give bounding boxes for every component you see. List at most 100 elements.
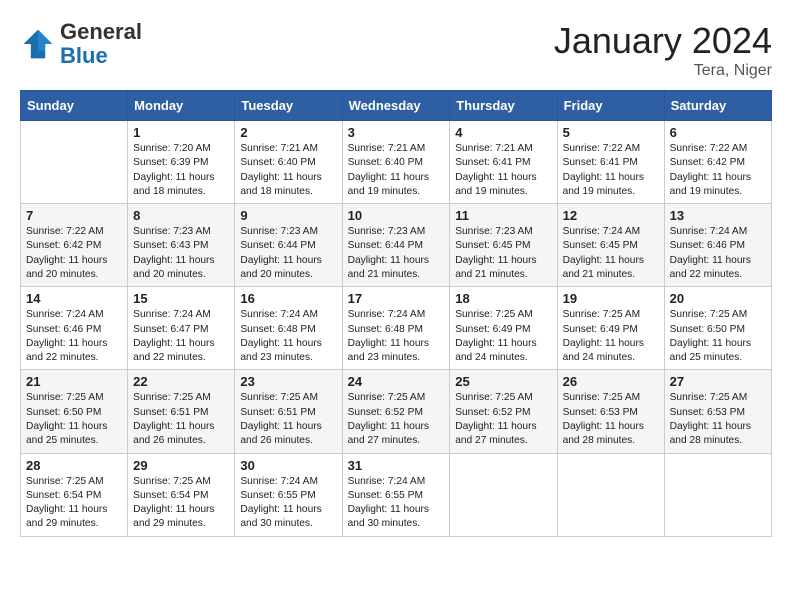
calendar-cell: 5Sunrise: 7:22 AM Sunset: 6:41 PM Daylig…	[557, 121, 664, 204]
day-number: 16	[240, 291, 336, 306]
day-number: 23	[240, 374, 336, 389]
day-number: 14	[26, 291, 122, 306]
day-number: 15	[133, 291, 229, 306]
day-info: Sunrise: 7:24 AM Sunset: 6:48 PM Dayligh…	[240, 308, 336, 365]
calendar-cell	[664, 453, 771, 536]
calendar-cell: 27 Sunrise: 7:25 AM Sunset: 6:53 PM Dayli…	[664, 370, 771, 453]
calendar-cell	[21, 121, 128, 204]
day-number: 10	[348, 208, 445, 223]
page-header: General Blue January 2024 Tera, Niger	[20, 20, 772, 80]
day-info: Sunrise: 7:24 AM Sunset: 6:55 PM Dayligh…	[240, 475, 336, 532]
day-number: 30	[240, 458, 336, 473]
calendar-cell: 24Sunrise: 7:25 AM Sunset: 6:52 PM Dayli…	[342, 370, 450, 453]
calendar-cell: 29 Sunrise: 7:25 AM Sunset: 6:54 PM Dayli…	[128, 453, 235, 536]
weekday-header-tuesday: Tuesday	[235, 91, 342, 121]
calendar-week-2: 7Sunrise: 7:22 AM Sunset: 6:42 PM Daylig…	[21, 204, 772, 287]
calendar-cell: 22 Sunrise: 7:25 AM Sunset: 6:51 PM Dayli…	[128, 370, 235, 453]
day-info: Sunrise: 7:25 AM Sunset: 6:49 PM Dayligh…	[563, 308, 659, 365]
day-info: Sunrise: 7:24 AM Sunset: 6:46 PM Dayligh…	[670, 225, 766, 282]
day-info: Sunrise: 7:24 AM Sunset: 6:55 PM Dayligh…	[348, 475, 445, 532]
calendar-week-3: 14 Sunrise: 7:24 AM Sunset: 6:46 PM Dayli…	[21, 287, 772, 370]
calendar-cell: 15 Sunrise: 7:24 AM Sunset: 6:47 PM Dayli…	[128, 287, 235, 370]
day-info: Sunrise: 7:25 AM Sunset: 6:54 PM Dayligh…	[26, 475, 122, 532]
calendar-week-5: 28 Sunrise: 7:25 AM Sunset: 6:54 PM Dayli…	[21, 453, 772, 536]
calendar-cell: 13Sunrise: 7:24 AM Sunset: 6:46 PM Dayli…	[664, 204, 771, 287]
day-number: 27	[670, 374, 766, 389]
day-info: Sunrise: 7:25 AM Sunset: 6:51 PM Dayligh…	[240, 391, 336, 448]
calendar-week-4: 21 Sunrise: 7:25 AM Sunset: 6:50 PM Dayli…	[21, 370, 772, 453]
calendar-cell: 3Sunrise: 7:21 AM Sunset: 6:40 PM Daylig…	[342, 121, 450, 204]
calendar-cell: 26 Sunrise: 7:25 AM Sunset: 6:53 PM Dayli…	[557, 370, 664, 453]
calendar-cell: 12 Sunrise: 7:24 AM Sunset: 6:45 PM Dayli…	[557, 204, 664, 287]
day-info: Sunrise: 7:25 AM Sunset: 6:50 PM Dayligh…	[26, 391, 122, 448]
day-info: Sunrise: 7:24 AM Sunset: 6:46 PM Dayligh…	[26, 308, 122, 365]
day-info: Sunrise: 7:25 AM Sunset: 6:50 PM Dayligh…	[670, 308, 766, 365]
calendar-cell: 30 Sunrise: 7:24 AM Sunset: 6:55 PM Dayli…	[235, 453, 342, 536]
calendar-cell: 25 Sunrise: 7:25 AM Sunset: 6:52 PM Dayli…	[450, 370, 557, 453]
weekday-header-row: SundayMondayTuesdayWednesdayThursdayFrid…	[21, 91, 772, 121]
day-info: Sunrise: 7:21 AM Sunset: 6:40 PM Dayligh…	[240, 142, 336, 199]
weekday-header-saturday: Saturday	[664, 91, 771, 121]
day-info: Sunrise: 7:25 AM Sunset: 6:53 PM Dayligh…	[670, 391, 766, 448]
weekday-header-thursday: Thursday	[450, 91, 557, 121]
location: Tera, Niger	[554, 62, 772, 80]
calendar-cell: 16 Sunrise: 7:24 AM Sunset: 6:48 PM Dayli…	[235, 287, 342, 370]
day-info: Sunrise: 7:25 AM Sunset: 6:53 PM Dayligh…	[563, 391, 659, 448]
day-info: Sunrise: 7:23 AM Sunset: 6:44 PM Dayligh…	[348, 225, 445, 282]
title-section: January 2024 Tera, Niger	[554, 20, 772, 80]
day-number: 12	[563, 208, 659, 223]
day-number: 8	[133, 208, 229, 223]
day-number: 18	[455, 291, 551, 306]
day-number: 24	[348, 374, 445, 389]
day-info: Sunrise: 7:24 AM Sunset: 6:47 PM Dayligh…	[133, 308, 229, 365]
day-number: 7	[26, 208, 122, 223]
day-number: 2	[240, 125, 336, 140]
day-info: Sunrise: 7:24 AM Sunset: 6:45 PM Dayligh…	[563, 225, 659, 282]
day-info: Sunrise: 7:23 AM Sunset: 6:44 PM Dayligh…	[240, 225, 336, 282]
day-number: 20	[670, 291, 766, 306]
day-info: Sunrise: 7:25 AM Sunset: 6:49 PM Dayligh…	[455, 308, 551, 365]
weekday-header-monday: Monday	[128, 91, 235, 121]
calendar-cell: 7Sunrise: 7:22 AM Sunset: 6:42 PM Daylig…	[21, 204, 128, 287]
calendar-week-1: 1Sunrise: 7:20 AM Sunset: 6:39 PM Daylig…	[21, 121, 772, 204]
day-number: 22	[133, 374, 229, 389]
calendar-cell: 19 Sunrise: 7:25 AM Sunset: 6:49 PM Dayli…	[557, 287, 664, 370]
calendar-cell: 1Sunrise: 7:20 AM Sunset: 6:39 PM Daylig…	[128, 121, 235, 204]
calendar-cell: 4 Sunrise: 7:21 AM Sunset: 6:41 PM Daylig…	[450, 121, 557, 204]
calendar-cell: 21 Sunrise: 7:25 AM Sunset: 6:50 PM Dayli…	[21, 370, 128, 453]
calendar-cell: 10 Sunrise: 7:23 AM Sunset: 6:44 PM Dayli…	[342, 204, 450, 287]
day-number: 28	[26, 458, 122, 473]
day-number: 31	[348, 458, 445, 473]
day-info: Sunrise: 7:23 AM Sunset: 6:43 PM Dayligh…	[133, 225, 229, 282]
day-info: Sunrise: 7:21 AM Sunset: 6:40 PM Dayligh…	[348, 142, 445, 199]
calendar-cell: 8 Sunrise: 7:23 AM Sunset: 6:43 PM Daylig…	[128, 204, 235, 287]
calendar-cell	[557, 453, 664, 536]
day-info: Sunrise: 7:25 AM Sunset: 6:51 PM Dayligh…	[133, 391, 229, 448]
day-number: 29	[133, 458, 229, 473]
calendar-cell: 9Sunrise: 7:23 AM Sunset: 6:44 PM Daylig…	[235, 204, 342, 287]
day-number: 11	[455, 208, 551, 223]
weekday-header-sunday: Sunday	[21, 91, 128, 121]
day-number: 1	[133, 125, 229, 140]
day-number: 17	[348, 291, 445, 306]
calendar-cell: 11 Sunrise: 7:23 AM Sunset: 6:45 PM Dayli…	[450, 204, 557, 287]
day-info: Sunrise: 7:23 AM Sunset: 6:45 PM Dayligh…	[455, 225, 551, 282]
day-info: Sunrise: 7:25 AM Sunset: 6:52 PM Dayligh…	[455, 391, 551, 448]
day-number: 4	[455, 125, 551, 140]
day-info: Sunrise: 7:25 AM Sunset: 6:54 PM Dayligh…	[133, 475, 229, 532]
logo-general-text: General	[60, 19, 142, 44]
day-info: Sunrise: 7:22 AM Sunset: 6:41 PM Dayligh…	[563, 142, 659, 199]
calendar-cell: 2 Sunrise: 7:21 AM Sunset: 6:40 PM Daylig…	[235, 121, 342, 204]
weekday-header-wednesday: Wednesday	[342, 91, 450, 121]
day-info: Sunrise: 7:21 AM Sunset: 6:41 PM Dayligh…	[455, 142, 551, 199]
calendar-cell: 31 Sunrise: 7:24 AM Sunset: 6:55 PM Dayli…	[342, 453, 450, 536]
logo-blue-text: Blue	[60, 43, 108, 68]
day-number: 19	[563, 291, 659, 306]
calendar-cell: 6 Sunrise: 7:22 AM Sunset: 6:42 PM Daylig…	[664, 121, 771, 204]
day-number: 25	[455, 374, 551, 389]
weekday-header-friday: Friday	[557, 91, 664, 121]
day-number: 21	[26, 374, 122, 389]
day-number: 26	[563, 374, 659, 389]
day-number: 6	[670, 125, 766, 140]
day-info: Sunrise: 7:22 AM Sunset: 6:42 PM Dayligh…	[670, 142, 766, 199]
